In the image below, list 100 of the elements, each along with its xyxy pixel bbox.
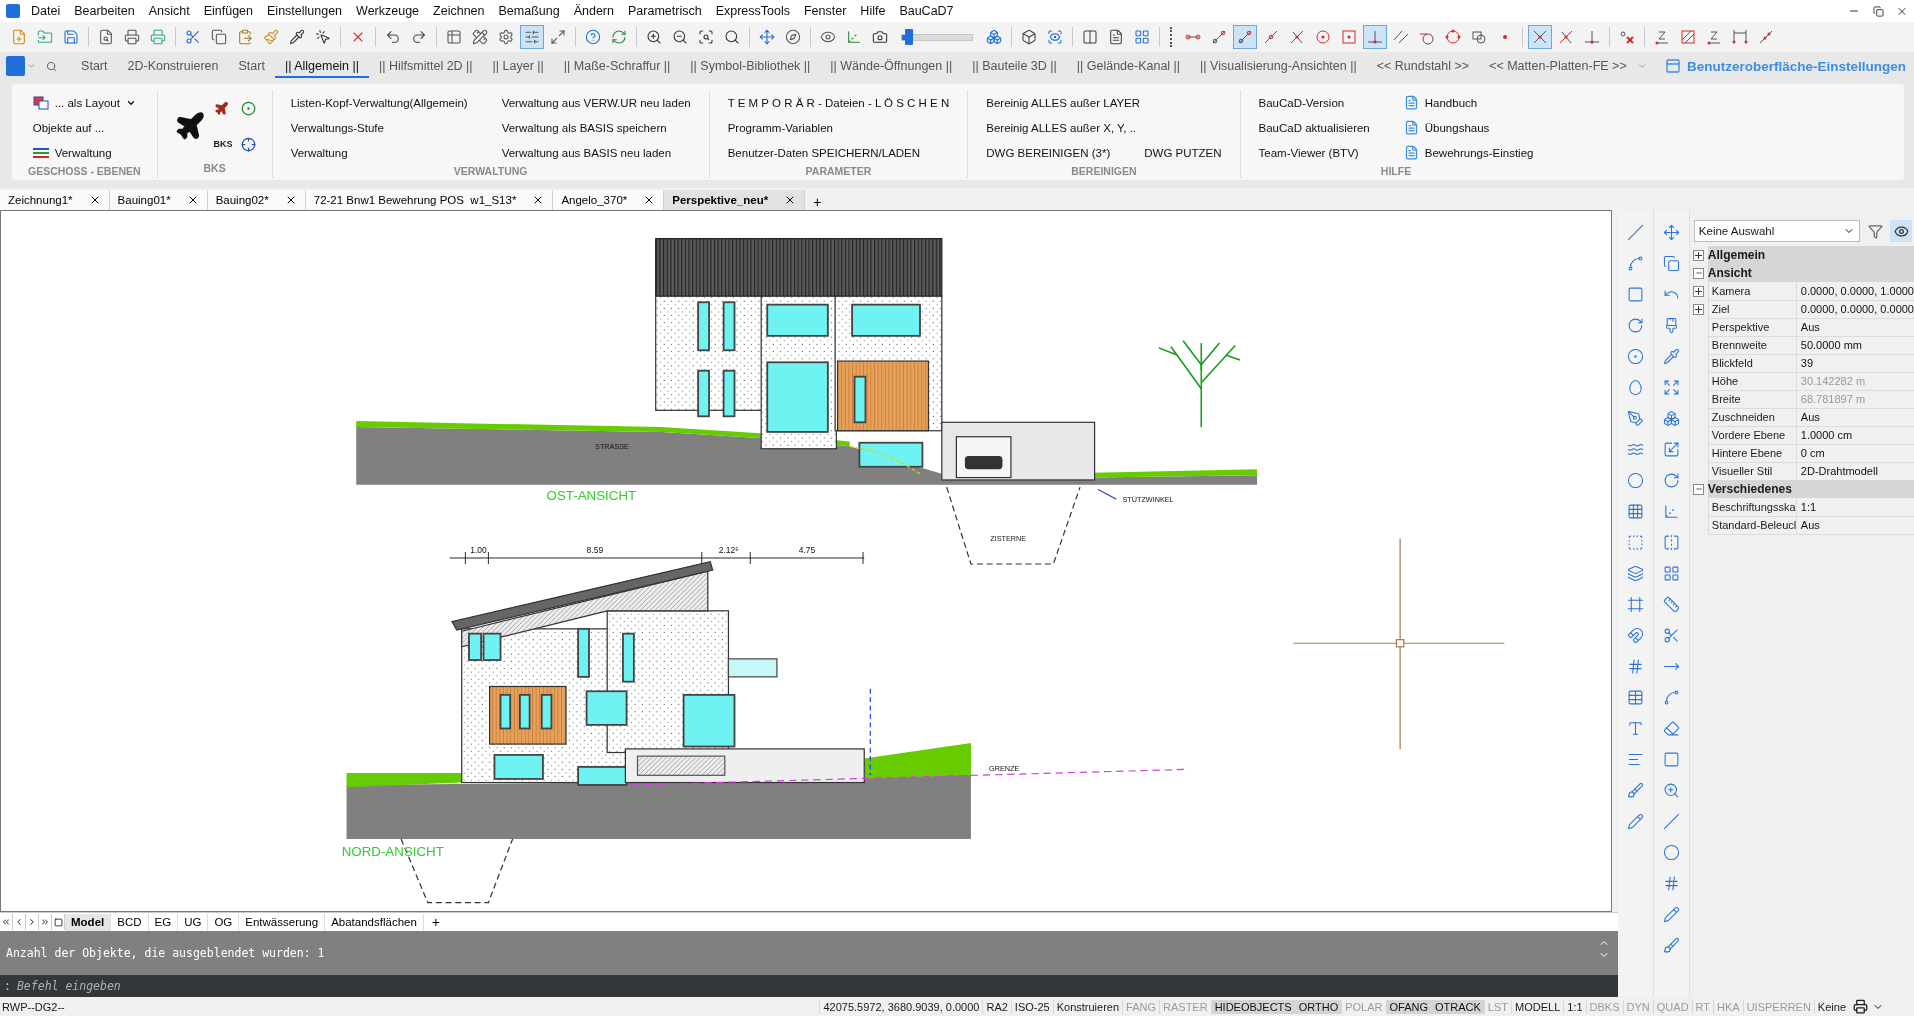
layout-tab[interactable]: Model: [65, 913, 112, 931]
menu-item[interactable]: Werkzeuge: [349, 2, 427, 20]
ribbon-button[interactable]: Objekte auf ...: [30, 119, 138, 136]
new-layout-button[interactable]: +: [423, 914, 449, 930]
slider-thumb[interactable]: [905, 28, 913, 45]
property-value[interactable]: 0.0000, 0.0000, 0.0000: [1796, 299, 1914, 319]
menu-item[interactable]: Einstellungen: [260, 2, 350, 20]
target-icon[interactable]: [240, 100, 256, 116]
status-toggle[interactable]: HIDEOBJECTS: [1210, 999, 1295, 1014]
ribbon-tab[interactable]: << Matten-Platten-FE >>: [1479, 54, 1637, 78]
ribbon-tab[interactable]: || Symbol-Bibliothek ||: [680, 54, 821, 78]
menu-item[interactable]: Ändern: [566, 2, 621, 20]
status-toggle[interactable]: OTRACK: [1431, 999, 1484, 1014]
ribbon-button[interactable]: T E M P O R Ä R - Dateien - L Ö S C H E N: [725, 94, 952, 111]
ribbon-button[interactable]: DWG PUTZEN: [1142, 144, 1224, 161]
ribbon-button[interactable]: Verwaltung aus VERW.UR neu laden: [499, 94, 693, 111]
document-tab[interactable]: Bauing01*: [109, 190, 208, 210]
ribbon-button[interactable]: Bereinig ALLES außer X, Y, ..: [984, 119, 1224, 136]
drawing-canvas[interactable]: OST-ANSICHT NORD-ANSICHT 1.00 8.59 2.12⁵ 4.75 STRASSE ZISTERNE STÜTZWINKEL GRENZE: [0, 210, 1613, 912]
selection-dropdown[interactable]: Keine Auswahl: [1693, 220, 1860, 242]
cross-snap-icon[interactable]: [1528, 25, 1552, 49]
plane-icon[interactable]: [213, 100, 229, 116]
expand-icon[interactable]: [1693, 249, 1705, 261]
ribbon-button[interactable]: Verwaltung: [288, 144, 470, 161]
property-label: Breite: [1707, 389, 1797, 409]
property-label: Brennweite: [1707, 335, 1797, 355]
property-value[interactable]: 50.0000 mm: [1796, 335, 1914, 355]
ribbon-button[interactable]: Benutzer-Daten SPEICHERN/LADEN: [725, 144, 952, 161]
menu-item[interactable]: Hilfe: [853, 2, 893, 20]
section-title: Ansicht: [1707, 266, 1752, 280]
ribbon-button[interactable]: Verwaltung: [30, 144, 138, 161]
ribbon-button[interactable]: Bereinig ALLES außer LAYER: [984, 94, 1224, 111]
ribbon-button[interactable]: Übungshaus: [1401, 118, 1536, 137]
menu-item[interactable]: Datei: [24, 2, 68, 20]
document-tab[interactable]: Bauing02*: [207, 190, 306, 210]
menu-item[interactable]: BauCaD7: [892, 2, 961, 20]
menu-item[interactable]: Ansicht: [141, 2, 197, 20]
ribbon-button[interactable]: DWG BEREINIGEN (3*): [984, 144, 1113, 161]
ribbon-tab[interactable]: || Maße-Schraffur ||: [553, 54, 681, 78]
menu-item[interactable]: Zeichnen: [426, 2, 492, 20]
ribbon-tab[interactable]: || Layer ||: [482, 54, 554, 78]
ribbon-tab[interactable]: 2D-Konstruieren: [117, 54, 229, 78]
menu-item[interactable]: ExpressTools: [708, 2, 797, 20]
ribbon-button[interactable]: BauCaD-Version: [1256, 94, 1372, 111]
status-text: Keine: [1813, 999, 1849, 1014]
document-tab[interactable]: Angelo_370*: [553, 190, 665, 210]
prompt-text: :: [0, 975, 17, 997]
property-value[interactable]: Aus: [1796, 317, 1914, 337]
printer-icon[interactable]: [1853, 999, 1868, 1014]
new-tab-button[interactable]: +: [805, 194, 830, 210]
eye-icon[interactable]: [1890, 220, 1912, 242]
menu-item[interactable]: Einfügen: [196, 2, 260, 20]
ribbon-button[interactable]: Programm-Variablen: [725, 119, 952, 136]
expand-icon[interactable]: [1693, 303, 1705, 315]
dimension-text: 4.75: [798, 545, 816, 556]
menu-item[interactable]: Bearbeiten: [67, 2, 142, 20]
sliders-icon[interactable]: [520, 25, 544, 49]
ribbon-tab[interactable]: << Rundstahl >>: [1366, 54, 1480, 78]
property-value[interactable]: 1:1: [1796, 497, 1914, 517]
command-field[interactable]: Befehl eingeben: [16, 975, 1619, 997]
menu-item[interactable]: Fenster: [796, 2, 854, 20]
ribbon-button[interactable]: Verwaltung als BASIS speichern: [499, 119, 693, 136]
ribbon-tab[interactable]: Start: [71, 54, 118, 78]
line-endpoint-icon[interactable]: [1233, 25, 1257, 49]
expand-icon[interactable]: [1693, 285, 1705, 297]
property-value[interactable]: 0 cm: [1796, 443, 1914, 463]
ribbon-button[interactable]: Team-Viewer (BTV): [1256, 144, 1372, 161]
ribbon-tab[interactable]: || Bauteile 3D ||: [962, 54, 1067, 78]
ribbon-tab[interactable]: || Hilfsmittel 2D ||: [369, 54, 483, 78]
status-toggle[interactable]: ORTHO: [1294, 999, 1342, 1014]
collapse-icon[interactable]: [1693, 267, 1705, 279]
ribbon-tab[interactable]: || Wände-Öffnungen ||: [820, 54, 963, 78]
ribbon-button[interactable]: ... als Layout: [30, 93, 138, 112]
document-tab[interactable]: Perspektive_neu*: [664, 190, 806, 210]
pdf-document-icon: [1403, 95, 1419, 110]
ribbon-tab[interactable]: Start: [228, 54, 275, 78]
document-tab[interactable]: 72-21 Bnw1 Bewehrung POS w1_S13*: [305, 190, 554, 210]
ribbon-button[interactable]: Verwaltungs-Stufe: [288, 119, 470, 136]
ribbon-button[interactable]: Bewehrungs-Einstieg: [1401, 143, 1536, 162]
property-value[interactable]: 1.0000 cm: [1796, 425, 1914, 445]
ribbon-button[interactable]: Listen-Kopf-Verwaltung(Allgemein): [288, 94, 470, 111]
ribbon-tab[interactable]: || Gelände-Kanal ||: [1066, 54, 1191, 78]
property-value[interactable]: Aus: [1796, 515, 1914, 535]
crosshair-icon[interactable]: [240, 136, 256, 152]
menu-item[interactable]: Parametrisch: [621, 2, 709, 20]
collapse-icon[interactable]: [1693, 483, 1705, 495]
status-toggle[interactable]: OFANG: [1385, 999, 1431, 1014]
perpendicular-icon[interactable]: [1363, 25, 1387, 49]
ribbon-tab[interactable]: || Visualisierung-Ansichten ||: [1190, 54, 1367, 78]
ribbon-button[interactable]: BauCaD aktualisieren: [1256, 119, 1372, 136]
property-value[interactable]: 0.0000, 0.0000, 1.0000: [1796, 281, 1914, 301]
menu-item[interactable]: Bemaßung: [491, 2, 567, 20]
app-menu-button[interactable]: [6, 56, 26, 76]
ribbon-button[interactable]: Verwaltung aus BASIS neu laden: [499, 144, 693, 161]
document-tab[interactable]: Zeichnung1*: [0, 190, 110, 210]
list-square-icon[interactable]: [52, 914, 65, 930]
ribbon-tab[interactable]: || Allgemein ||: [274, 54, 370, 78]
ribbon-button[interactable]: Handbuch: [1401, 93, 1536, 112]
property-value[interactable]: Aus: [1796, 407, 1914, 427]
property-value[interactable]: 39: [1796, 353, 1914, 373]
